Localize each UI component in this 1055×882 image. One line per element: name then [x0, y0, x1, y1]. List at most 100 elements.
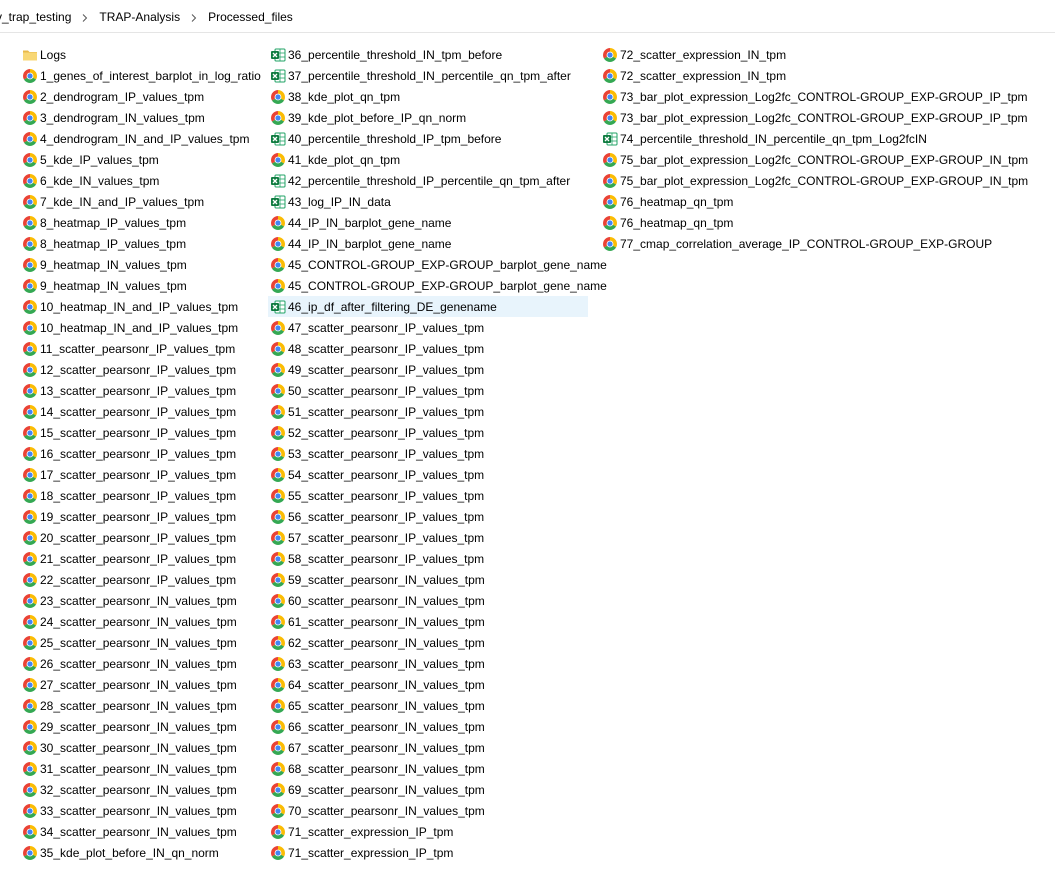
file-item[interactable]: 18_scatter_pearsonr_IP_values_tpm: [20, 485, 260, 506]
file-item[interactable]: 19_scatter_pearsonr_IP_values_tpm: [20, 506, 260, 527]
file-item[interactable]: 39_kde_plot_before_IP_qn_norm: [268, 107, 588, 128]
breadcrumb-item-v-trap-testing[interactable]: v_trap_testing: [0, 9, 73, 25]
file-item[interactable]: 61_scatter_pearsonr_IN_values_tpm: [268, 611, 588, 632]
file-item[interactable]: 77_cmap_correlation_average_IP_CONTROL-G…: [600, 233, 1020, 254]
file-item[interactable]: 33_scatter_pearsonr_IN_values_tpm: [20, 800, 260, 821]
file-item[interactable]: 72_scatter_expression_IN_tpm: [600, 65, 1020, 86]
file-item[interactable]: 15_scatter_pearsonr_IP_values_tpm: [20, 422, 260, 443]
file-item[interactable]: 27_scatter_pearsonr_IN_values_tpm: [20, 674, 260, 695]
file-item[interactable]: 30_scatter_pearsonr_IN_values_tpm: [20, 737, 260, 758]
file-item[interactable]: 22_scatter_pearsonr_IP_values_tpm: [20, 569, 260, 590]
file-item[interactable]: 75_bar_plot_expression_Log2fc_CONTROL-GR…: [600, 170, 1028, 191]
file-item[interactable]: 43_log_IP_IN_data: [268, 191, 588, 212]
file-name: 67_scatter_pearsonr_IN_values_tpm: [288, 740, 485, 755]
file-item[interactable]: 66_scatter_pearsonr_IN_values_tpm: [268, 716, 588, 737]
file-item[interactable]: 35_kde_plot_before_IN_qn_norm: [20, 842, 260, 863]
file-item[interactable]: 23_scatter_pearsonr_IN_values_tpm: [20, 590, 260, 611]
file-item[interactable]: 29_scatter_pearsonr_IN_values_tpm: [20, 716, 260, 737]
file-item[interactable]: 6_kde_IN_values_tpm: [20, 170, 260, 191]
file-item[interactable]: 45_CONTROL-GROUP_EXP-GROUP_barplot_gene_…: [268, 254, 607, 275]
file-item[interactable]: 73_bar_plot_expression_Log2fc_CONTROL-GR…: [600, 86, 1028, 107]
file-item[interactable]: 63_scatter_pearsonr_IN_values_tpm: [268, 653, 588, 674]
file-item[interactable]: 26_scatter_pearsonr_IN_values_tpm: [20, 653, 260, 674]
file-item[interactable]: 76_heatmap_qn_tpm: [600, 212, 1020, 233]
file-item[interactable]: 21_scatter_pearsonr_IP_values_tpm: [20, 548, 260, 569]
file-item[interactable]: 7_kde_IN_and_IP_values_tpm: [20, 191, 260, 212]
file-item[interactable]: 76_heatmap_qn_tpm: [600, 191, 1020, 212]
file-item[interactable]: 52_scatter_pearsonr_IP_values_tpm: [268, 422, 588, 443]
file-item[interactable]: 44_IP_IN_barplot_gene_name: [268, 212, 588, 233]
file-item[interactable]: 59_scatter_pearsonr_IN_values_tpm: [268, 569, 588, 590]
file-item[interactable]: 73_bar_plot_expression_Log2fc_CONTROL-GR…: [600, 107, 1028, 128]
file-item[interactable]: 1_genes_of_interest_barplot_in_log_ratio: [20, 65, 261, 86]
file-item[interactable]: 53_scatter_pearsonr_IP_values_tpm: [268, 443, 588, 464]
file-item[interactable]: 64_scatter_pearsonr_IN_values_tpm: [268, 674, 588, 695]
file-item[interactable]: 71_scatter_expression_IP_tpm: [268, 842, 588, 863]
file-item[interactable]: 37_percentile_threshold_IN_percentile_qn…: [268, 65, 588, 86]
folder-item[interactable]: Logs: [20, 44, 260, 65]
file-item[interactable]: 40_percentile_threshold_IP_tpm_before: [268, 128, 588, 149]
file-item[interactable]: 75_bar_plot_expression_Log2fc_CONTROL-GR…: [600, 149, 1028, 170]
file-item[interactable]: 36_percentile_threshold_IN_tpm_before: [268, 44, 588, 65]
breadcrumb-item-processed-files[interactable]: Processed_files: [206, 9, 295, 25]
breadcrumb-item-trap-analysis[interactable]: TRAP-Analysis: [97, 9, 182, 25]
file-item[interactable]: 71_scatter_expression_IP_tpm: [268, 821, 588, 842]
file-name: 9_heatmap_IN_values_tpm: [40, 278, 187, 293]
file-item[interactable]: 55_scatter_pearsonr_IP_values_tpm: [268, 485, 588, 506]
file-item[interactable]: 25_scatter_pearsonr_IN_values_tpm: [20, 632, 260, 653]
file-item[interactable]: 10_heatmap_IN_and_IP_values_tpm: [20, 317, 260, 338]
file-item[interactable]: 24_scatter_pearsonr_IN_values_tpm: [20, 611, 260, 632]
file-item[interactable]: 4_dendrogram_IN_and_IP_values_tpm: [20, 128, 260, 149]
file-item[interactable]: 31_scatter_pearsonr_IN_values_tpm: [20, 758, 260, 779]
file-item[interactable]: 42_percentile_threshold_IP_percentile_qn…: [268, 170, 588, 191]
chrome-icon: [270, 509, 286, 525]
file-item[interactable]: 47_scatter_pearsonr_IP_values_tpm: [268, 317, 588, 338]
file-name: 26_scatter_pearsonr_IN_values_tpm: [40, 656, 237, 671]
file-item[interactable]: 65_scatter_pearsonr_IN_values_tpm: [268, 695, 588, 716]
file-item[interactable]: 57_scatter_pearsonr_IP_values_tpm: [268, 527, 588, 548]
chevron-right-icon[interactable]: [73, 10, 97, 24]
file-item[interactable]: 34_scatter_pearsonr_IN_values_tpm: [20, 821, 260, 842]
file-item[interactable]: 48_scatter_pearsonr_IP_values_tpm: [268, 338, 588, 359]
file-item[interactable]: 38_kde_plot_qn_tpm: [268, 86, 588, 107]
file-item[interactable]: 46_ip_df_after_filtering_DE_genename: [268, 296, 588, 317]
file-item[interactable]: 70_scatter_pearsonr_IN_values_tpm: [268, 800, 588, 821]
chevron-right-icon[interactable]: [182, 10, 206, 24]
file-item[interactable]: 69_scatter_pearsonr_IN_values_tpm: [268, 779, 588, 800]
file-item[interactable]: 49_scatter_pearsonr_IP_values_tpm: [268, 359, 588, 380]
file-item[interactable]: 72_scatter_expression_IN_tpm: [600, 44, 1020, 65]
file-item[interactable]: 28_scatter_pearsonr_IN_values_tpm: [20, 695, 260, 716]
chrome-icon: [270, 845, 286, 861]
file-item[interactable]: 20_scatter_pearsonr_IP_values_tpm: [20, 527, 260, 548]
file-item[interactable]: 41_kde_plot_qn_tpm: [268, 149, 588, 170]
file-item[interactable]: 16_scatter_pearsonr_IP_values_tpm: [20, 443, 260, 464]
file-item[interactable]: 10_heatmap_IN_and_IP_values_tpm: [20, 296, 260, 317]
file-item[interactable]: 11_scatter_pearsonr_IP_values_tpm: [20, 338, 260, 359]
file-item[interactable]: 17_scatter_pearsonr_IP_values_tpm: [20, 464, 260, 485]
file-item[interactable]: 8_heatmap_IP_values_tpm: [20, 212, 260, 233]
file-item[interactable]: 9_heatmap_IN_values_tpm: [20, 275, 260, 296]
file-name: 71_scatter_expression_IP_tpm: [288, 845, 454, 860]
file-item[interactable]: 32_scatter_pearsonr_IN_values_tpm: [20, 779, 260, 800]
file-item[interactable]: 54_scatter_pearsonr_IP_values_tpm: [268, 464, 588, 485]
file-item[interactable]: 68_scatter_pearsonr_IN_values_tpm: [268, 758, 588, 779]
file-item[interactable]: 50_scatter_pearsonr_IP_values_tpm: [268, 380, 588, 401]
file-item[interactable]: 13_scatter_pearsonr_IP_values_tpm: [20, 380, 260, 401]
file-item[interactable]: 51_scatter_pearsonr_IP_values_tpm: [268, 401, 588, 422]
file-item[interactable]: 62_scatter_pearsonr_IN_values_tpm: [268, 632, 588, 653]
file-item[interactable]: 14_scatter_pearsonr_IP_values_tpm: [20, 401, 260, 422]
file-item[interactable]: 56_scatter_pearsonr_IP_values_tpm: [268, 506, 588, 527]
file-item[interactable]: 5_kde_IP_values_tpm: [20, 149, 260, 170]
file-item[interactable]: 9_heatmap_IN_values_tpm: [20, 254, 260, 275]
file-item[interactable]: 8_heatmap_IP_values_tpm: [20, 233, 260, 254]
file-item[interactable]: 60_scatter_pearsonr_IN_values_tpm: [268, 590, 588, 611]
file-item[interactable]: 58_scatter_pearsonr_IP_values_tpm: [268, 548, 588, 569]
file-item[interactable]: 2_dendrogram_IP_values_tpm: [20, 86, 260, 107]
chrome-icon: [22, 488, 38, 504]
file-item[interactable]: 74_percentile_threshold_IN_percentile_qn…: [600, 128, 1020, 149]
file-item[interactable]: 45_CONTROL-GROUP_EXP-GROUP_barplot_gene_…: [268, 275, 607, 296]
file-item[interactable]: 44_IP_IN_barplot_gene_name: [268, 233, 588, 254]
file-item[interactable]: 12_scatter_pearsonr_IP_values_tpm: [20, 359, 260, 380]
file-item[interactable]: 67_scatter_pearsonr_IN_values_tpm: [268, 737, 588, 758]
file-item[interactable]: 3_dendrogram_IN_values_tpm: [20, 107, 260, 128]
